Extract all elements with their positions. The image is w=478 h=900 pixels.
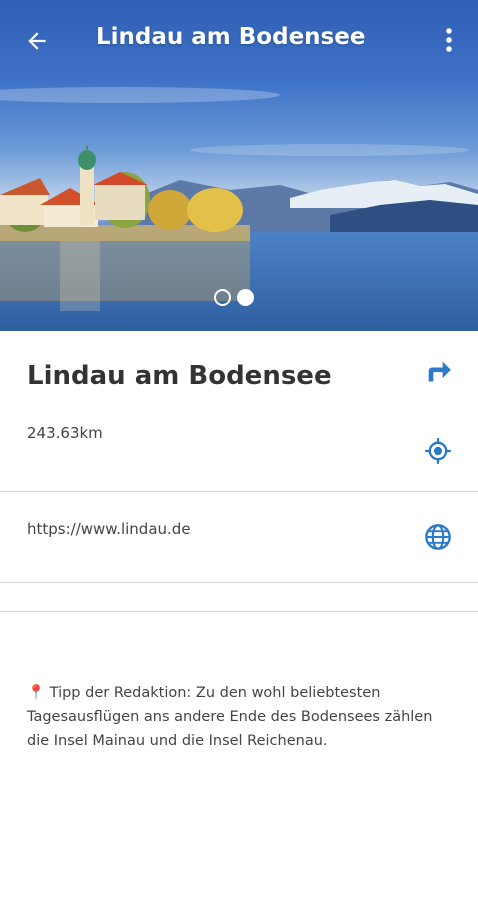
editor-tip-text: 📍 Tipp der Redaktion: Zu den wohl belieb… xyxy=(27,685,433,749)
page-dot-2-active[interactable] xyxy=(237,289,254,306)
divider xyxy=(0,611,478,612)
place-info: Lindau am Bodensee 243.63km xyxy=(0,331,478,491)
divider xyxy=(0,582,478,583)
divider xyxy=(0,491,478,492)
show-location-button[interactable] xyxy=(422,435,454,467)
overflow-menu-button[interactable] xyxy=(436,24,462,56)
page-dot-1[interactable] xyxy=(214,289,231,306)
directions-arrow-icon xyxy=(428,361,451,382)
arrow-left-icon xyxy=(28,32,46,50)
gallery-page-indicator xyxy=(214,289,254,306)
app-bar: Lindau am Bodensee xyxy=(0,0,478,82)
globe-icon xyxy=(425,524,451,550)
more-vert-icon xyxy=(446,28,452,52)
website-link[interactable]: https://www.lindau.de xyxy=(27,520,191,538)
directions-button[interactable] xyxy=(422,355,454,387)
open-website-button[interactable] xyxy=(422,521,454,553)
hero-image[interactable]: Lindau am Bodensee xyxy=(0,0,478,331)
app-bar-title: Lindau am Bodensee xyxy=(96,24,366,50)
my-location-icon xyxy=(425,438,451,464)
distance-value: 243.63km xyxy=(27,424,103,442)
place-name: Lindau am Bodensee xyxy=(27,361,332,391)
back-button[interactable] xyxy=(22,26,52,56)
